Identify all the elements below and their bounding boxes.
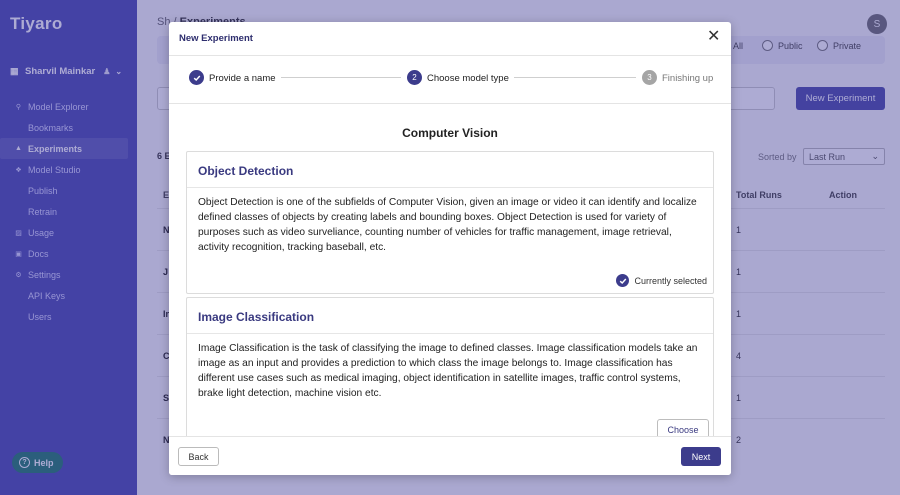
step-3-number: 3 <box>642 70 657 85</box>
close-icon[interactable]: ✕ <box>707 29 720 45</box>
currently-selected-badge: Currently selected <box>616 274 707 287</box>
check-circle-icon <box>616 274 630 287</box>
card-divider <box>187 333 713 334</box>
card-divider <box>187 187 713 188</box>
step-1-check-icon <box>189 70 204 85</box>
card-title: Image Classification <box>198 310 315 324</box>
card-title: Object Detection <box>198 164 294 178</box>
model-type-card-object-detection[interactable]: Object Detection Object Detection is one… <box>186 151 714 294</box>
card-description: Object Detection is one of the subfields… <box>198 197 697 253</box>
step-2-number: 2 <box>407 70 422 85</box>
modal-header: New Experiment ✕ <box>169 22 731 56</box>
step-connector <box>281 77 401 78</box>
model-type-card-image-classification[interactable]: Image Classification Image Classificatio… <box>186 297 714 436</box>
new-experiment-modal: New Experiment ✕ Provide a name 2 Choose… <box>169 22 731 475</box>
section-title: Computer Vision <box>402 126 498 140</box>
modal-body: Computer Vision Object Detection Object … <box>169 104 731 436</box>
next-button[interactable]: Next <box>681 447 721 466</box>
step-connector <box>514 77 636 78</box>
selected-label: Currently selected <box>634 275 707 286</box>
back-button[interactable]: Back <box>178 447 219 466</box>
modal-footer: Back Next <box>169 436 731 475</box>
step-1-label: Provide a name <box>209 73 276 84</box>
modal-title: New Experiment <box>179 33 253 44</box>
step-3-label: Finishing up <box>662 73 714 84</box>
choose-button[interactable]: Choose <box>657 419 709 436</box>
card-description: Image Classification is the task of clas… <box>198 343 698 399</box>
stepper: Provide a name 2 Choose model type 3 Fin… <box>169 56 731 104</box>
step-2-label: Choose model type <box>427 73 509 84</box>
